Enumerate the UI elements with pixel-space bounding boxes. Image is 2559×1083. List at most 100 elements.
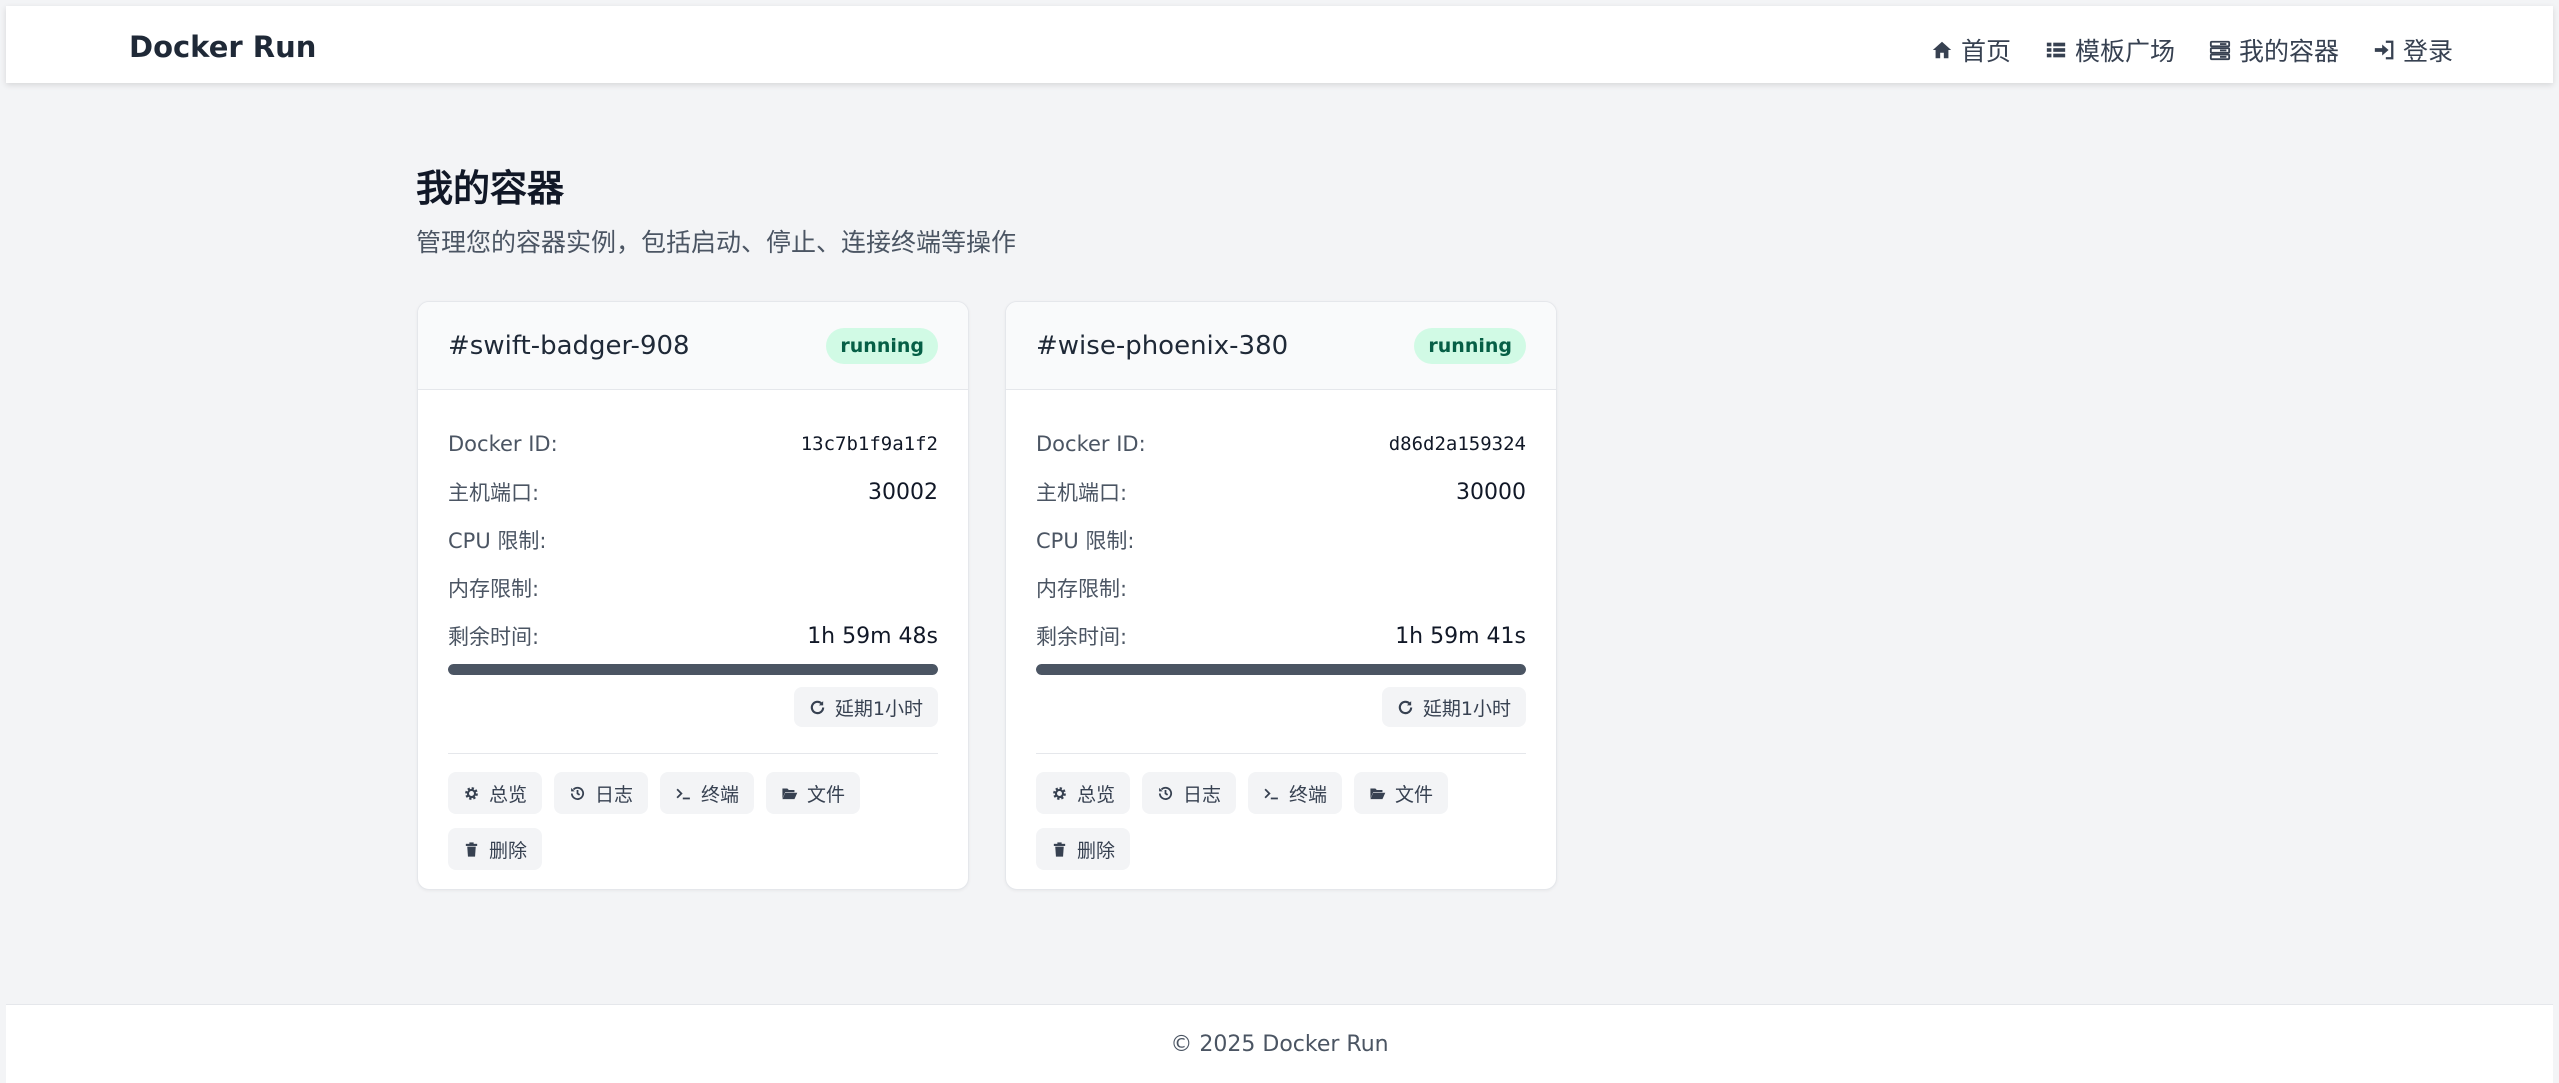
docker-id-row: Docker ID: d86d2a159324 xyxy=(1036,420,1526,468)
files-button[interactable]: 文件 xyxy=(1354,772,1449,814)
cpu-limit-label: CPU 限制: xyxy=(448,529,547,553)
refresh-icon xyxy=(1398,700,1413,714)
nav-item-label: 我的容器 xyxy=(2238,37,2339,66)
extend-button[interactable]: 延期1小时 xyxy=(1381,687,1526,727)
footer: © 2025 Docker Run xyxy=(6,1004,2553,1083)
time-progress-bar xyxy=(448,664,938,675)
page-title: 我的容器 xyxy=(416,167,564,210)
docker-id-label: Docker ID: xyxy=(1036,432,1146,456)
time-progress-bar xyxy=(1036,664,1526,675)
files-label: 文件 xyxy=(1395,783,1434,806)
host-port-label: 主机端口: xyxy=(448,481,540,505)
host-port-value: 30002 xyxy=(868,479,938,505)
docker-id-value: 13c7b1f9a1f2 xyxy=(800,433,938,455)
nav-item-login[interactable]: 登录 xyxy=(2373,32,2453,68)
folder-open-icon xyxy=(1370,788,1386,799)
terminal-icon xyxy=(1264,788,1278,799)
delete-label: 删除 xyxy=(1077,839,1116,862)
extend-wrap: 延期1小时 xyxy=(448,687,938,727)
remaining-time-row: 剩余时间: 1h 59m 48s xyxy=(448,612,938,660)
cpu-limit-row: CPU 限制: xyxy=(448,516,938,564)
cpu-limit-row: CPU 限制: xyxy=(1036,516,1526,564)
docker-id-label: Docker ID: xyxy=(448,432,558,456)
extend-label: 延期1小时 xyxy=(834,697,923,720)
extend-label: 延期1小时 xyxy=(1422,697,1511,720)
host-port-row: 主机端口: 30000 xyxy=(1036,468,1526,516)
gear-icon xyxy=(465,786,478,800)
main-nav: 首页 模板广场 我的容器 登录 xyxy=(1931,32,2453,68)
time-progress-fill xyxy=(1036,664,1526,675)
app-frame: Docker Run 首页 模板广场 我的容器 登录 我的容器 管理您的容器实例… xyxy=(6,6,2553,1083)
container-name: #swift-badger-908 xyxy=(448,330,690,361)
mem-limit-row: 内存限制: xyxy=(448,564,938,612)
files-button[interactable]: 文件 xyxy=(766,772,861,814)
container-list: #swift-badger-908 running Docker ID: 13c… xyxy=(417,301,1557,890)
card-header: #wise-phoenix-380 running xyxy=(1006,302,1556,390)
docker-id-value: d86d2a159324 xyxy=(1388,433,1526,455)
host-port-label: 主机端口: xyxy=(1036,481,1128,505)
server-icon xyxy=(2209,40,2231,61)
delete-button[interactable]: 删除 xyxy=(448,828,543,870)
mem-limit-label: 内存限制: xyxy=(1036,577,1128,601)
delete-label: 删除 xyxy=(489,839,528,862)
refresh-icon xyxy=(810,700,825,714)
container-card: #swift-badger-908 running Docker ID: 13c… xyxy=(417,301,969,890)
container-card: #wise-phoenix-380 running Docker ID: d86… xyxy=(1005,301,1557,890)
nav-item-my-containers[interactable]: 我的容器 xyxy=(2209,32,2339,68)
terminal-label: 终端 xyxy=(1289,783,1328,806)
nav-item-home[interactable]: 首页 xyxy=(1931,32,2011,68)
mem-limit-row: 内存限制: xyxy=(1036,564,1526,612)
page-subtitle: 管理您的容器实例，包括启动、停止、连接终端等操作 xyxy=(416,228,1017,257)
terminal-label: 终端 xyxy=(701,783,740,806)
logs-label: 日志 xyxy=(595,783,634,806)
docker-id-row: Docker ID: 13c7b1f9a1f2 xyxy=(448,420,938,468)
logs-button[interactable]: 日志 xyxy=(1142,772,1237,814)
terminal-button[interactable]: 终端 xyxy=(660,772,755,814)
trash-icon xyxy=(1053,841,1066,857)
footer-text: © 2025 Docker Run xyxy=(1170,1031,1389,1057)
logs-button[interactable]: 日志 xyxy=(554,772,649,814)
gear-icon xyxy=(1053,786,1066,800)
terminal-icon xyxy=(676,788,690,799)
files-label: 文件 xyxy=(807,783,846,806)
remaining-time-value: 1h 59m 48s xyxy=(807,623,938,649)
host-port-row: 主机端口: 30002 xyxy=(448,468,938,516)
card-body: Docker ID: 13c7b1f9a1f2 主机端口: 30002 CPU … xyxy=(418,390,968,870)
navbar: Docker Run 首页 模板广场 我的容器 登录 xyxy=(6,6,2553,83)
overview-label: 总览 xyxy=(489,783,528,806)
host-port-value: 30000 xyxy=(1456,479,1526,505)
nav-item-label: 登录 xyxy=(2402,37,2453,66)
home-icon xyxy=(1932,41,1952,59)
card-actions: 总览 日志 终端 文件 删除 xyxy=(1036,772,1526,870)
nav-item-label: 模板广场 xyxy=(2074,37,2175,66)
divider xyxy=(1036,753,1526,754)
mem-limit-label: 内存限制: xyxy=(448,577,540,601)
trash-icon xyxy=(465,841,478,857)
card-header: #swift-badger-908 running xyxy=(418,302,968,390)
overview-button[interactable]: 总览 xyxy=(1036,772,1131,814)
remaining-time-label: 剩余时间: xyxy=(448,625,540,649)
time-progress-fill xyxy=(448,664,938,675)
overview-button[interactable]: 总览 xyxy=(448,772,543,814)
history-icon xyxy=(1158,786,1173,800)
remaining-time-label: 剩余时间: xyxy=(1036,625,1128,649)
card-body: Docker ID: d86d2a159324 主机端口: 30000 CPU … xyxy=(1006,390,1556,870)
history-icon xyxy=(570,786,585,800)
brand-logo[interactable]: Docker Run xyxy=(129,30,316,64)
status-badge: running xyxy=(826,327,938,364)
folder-open-icon xyxy=(782,788,798,799)
nav-item-templates[interactable]: 模板广场 xyxy=(2045,32,2175,68)
divider xyxy=(448,753,938,754)
status-badge: running xyxy=(1414,327,1526,364)
sign-in-icon xyxy=(2374,40,2394,60)
card-actions: 总览 日志 终端 文件 删除 xyxy=(448,772,938,870)
extend-wrap: 延期1小时 xyxy=(1036,687,1526,727)
nav-item-label: 首页 xyxy=(1960,37,2011,66)
logs-label: 日志 xyxy=(1183,783,1222,806)
overview-label: 总览 xyxy=(1077,783,1116,806)
terminal-button[interactable]: 终端 xyxy=(1248,772,1343,814)
remaining-time-value: 1h 59m 41s xyxy=(1395,623,1526,649)
container-name: #wise-phoenix-380 xyxy=(1036,330,1289,361)
delete-button[interactable]: 删除 xyxy=(1036,828,1131,870)
extend-button[interactable]: 延期1小时 xyxy=(793,687,938,727)
